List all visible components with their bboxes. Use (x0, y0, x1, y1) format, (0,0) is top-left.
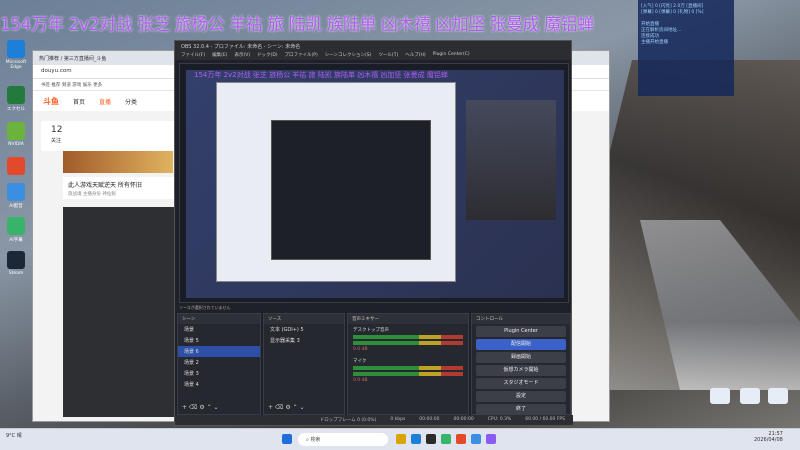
weather-widget[interactable]: 9°C 晴 (6, 432, 22, 439)
scenes-title: シーン (178, 314, 260, 324)
wechat-icon[interactable] (441, 434, 451, 444)
obs-title: OBS 32.0.4 - プロファイル: 未命名 - シーン: 未命名 (175, 41, 571, 51)
scene-item[interactable]: 场景 2 (178, 357, 260, 368)
obs-statusbar: ドロップフレーム 0 (0.0%) 0 kbps 00:00:00 00:00:… (175, 415, 573, 425)
nested-banner: 154万年 2v2对战 张芝 旅杨公 羊祜 旅 陆凯 族陆单 凶木禧 凶加坚 张… (194, 71, 448, 79)
desktop-icon-steam[interactable]: Steam (1, 251, 31, 276)
mixer-channel: マイク 0.0 dB (348, 355, 468, 386)
mixer-channel: デスクトップ音声 0.0 dB (348, 324, 468, 355)
desktop-icon-excel[interactable]: エクセル (1, 86, 31, 112)
menu-scene-collection[interactable]: シーンコレクション(S) (325, 52, 372, 59)
app-icon[interactable] (456, 434, 466, 444)
nav-live[interactable]: 直播 (99, 97, 111, 106)
audio-meter (353, 341, 463, 345)
obs-icon[interactable] (426, 434, 436, 444)
menu-view[interactable]: 表示(V) (234, 52, 250, 59)
source-toolbar-hint: ソースが選択されていません (179, 305, 231, 310)
nav-home[interactable]: 首页 (73, 97, 85, 106)
virtual-camera-button[interactable]: 仮想カメラ開始 (476, 365, 566, 376)
audio-meter (353, 366, 463, 370)
scene-item[interactable]: 场景 3 (178, 368, 260, 379)
desktop-icon-nvidia[interactable]: NVIDIA (1, 122, 31, 147)
nested-obs (271, 120, 431, 260)
desktop-icon-app[interactable] (1, 157, 31, 175)
menu-edit[interactable]: 編集(E) (212, 52, 227, 59)
obs-window: OBS 32.0.4 - プロファイル: 未命名 - シーン: 未命名 ファイル… (174, 40, 573, 426)
edge-icon[interactable] (411, 434, 421, 444)
scene-item[interactable]: 场景 4 (178, 379, 260, 390)
scenes-dock: シーン 场景 场景 5 场景 6 场景 2 场景 3 场景 4 + ⌫ ⚙ ⌃ … (177, 313, 261, 415)
nav-category[interactable]: 分类 (125, 97, 137, 106)
taskbar-search[interactable]: ⌕ 検索 (298, 433, 388, 446)
promo-banner[interactable] (63, 151, 173, 173)
sources-dock: ソース 文本 (GDI+) 5 显示器采集 3 + ⌫ ⚙ ⌃ ⌄ (263, 313, 345, 415)
audio-meter (353, 335, 463, 339)
settings-button[interactable]: 設定 (476, 391, 566, 402)
mixer-title: 音声ミキサー (348, 314, 468, 324)
app-icon[interactable] (471, 434, 481, 444)
desktop-icons: Microsoft Edge エクセル NVIDIA AI配音 AI字幕 Ste… (1, 40, 31, 276)
menu-dock[interactable]: ドック(D) (257, 52, 277, 59)
source-add-icon[interactable]: + ⌫ ⚙ ⌃ ⌄ (268, 404, 305, 411)
exit-button[interactable]: 終了 (476, 404, 566, 415)
start-streaming-button[interactable]: 配信開始 (476, 339, 566, 350)
obs-menubar: ファイル(F) 編集(E) 表示(V) ドック(D) プロファイル(P) シーン… (175, 51, 571, 60)
eye-icon[interactable] (768, 388, 788, 404)
menu-plugin-center[interactable]: Plugin Center(C) (433, 52, 470, 59)
menu-file[interactable]: ファイル(F) (181, 52, 205, 59)
explorer-icon[interactable] (396, 434, 406, 444)
start-button[interactable] (282, 434, 292, 446)
taskbar-apps (396, 434, 496, 444)
mixer-dock: 音声ミキサー デスクトップ音声 0.0 dB マイク 0.0 dB (347, 313, 469, 415)
nested-wallpaper (466, 100, 556, 220)
eye-icon[interactable] (710, 388, 730, 404)
scene-item-selected[interactable]: 场景 6 (178, 346, 260, 357)
desktop-icon-ai-sub[interactable]: AI字幕 (1, 217, 31, 243)
desktop-icon-ai-voice[interactable]: AI配音 (1, 183, 31, 209)
sources-title: ソース (264, 314, 344, 324)
plugin-center-button[interactable]: Plugin Center (476, 326, 566, 337)
menu-help[interactable]: ヘルプ(H) (405, 52, 425, 59)
desktop-icon-edge[interactable]: Microsoft Edge (1, 40, 31, 70)
menu-tools[interactable]: ツール(T) (378, 52, 398, 59)
start-recording-button[interactable]: 録画開始 (476, 352, 566, 363)
follow-stats: 12 关注 (41, 121, 181, 151)
controls-dock: コントロール Plugin Center 配信開始 録画開始 仮想カメラ開始 ス… (471, 313, 571, 415)
source-item[interactable]: 显示器采集 3 (264, 335, 344, 346)
eye-icon[interactable] (740, 388, 760, 404)
chat-log-panel: [入气] 0 [闪亮] 2.0万 [直播间] [弹幕] 0 [弹幕] 0 [礼物… (638, 0, 734, 96)
audio-meter (353, 372, 463, 376)
scene-item[interactable]: 场景 (178, 324, 260, 335)
scene-item[interactable]: 场景 5 (178, 335, 260, 346)
menu-profile[interactable]: プロファイル(P) (285, 52, 318, 59)
source-item[interactable]: 文本 (GDI+) 5 (264, 324, 344, 335)
app-icon[interactable] (486, 434, 496, 444)
obs-preview[interactable]: 154万年 2v2对战 张芝 旅杨公 羊祜 旅 陆凯 族陆单 凶木禧 凶加坚 张… (179, 63, 569, 303)
controls-title: コントロール (472, 314, 570, 324)
douyu-logo[interactable]: 斗鱼 (43, 96, 59, 107)
scene-add-icon[interactable]: + ⌫ ⚙ ⌃ ⌄ (182, 404, 219, 411)
clock[interactable]: 21:57 2026/04/08 (754, 431, 783, 443)
studio-mode-button[interactable]: スタジオモード (476, 378, 566, 389)
nested-preview: 154万年 2v2对战 张芝 旅杨公 羊祜 旅 陆凯 族陆单 凶木禧 凶加坚 张… (186, 70, 564, 298)
taskbar: 9°C 晴 ⌕ 検索 21:57 2026/04/08 (0, 428, 800, 450)
